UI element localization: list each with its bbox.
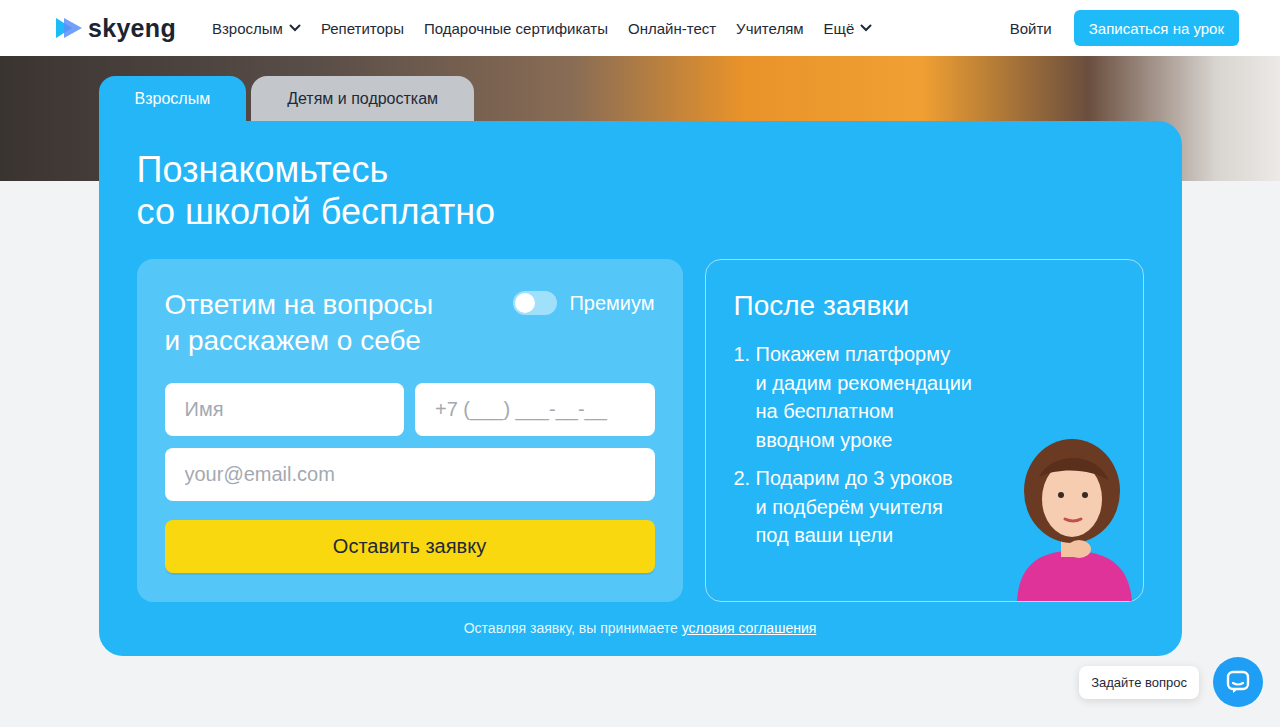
audience-tabs: ВзрослымДетям и подросткам [99, 76, 1182, 121]
toggle-switch[interactable] [513, 291, 557, 315]
signup-form: Ответим на вопросыи расскажем о себе Прем… [137, 259, 683, 602]
nav-item[interactable]: Взрослым [212, 20, 301, 37]
step-text: Покажем платформуи дадим рекомендациина … [756, 340, 973, 454]
nav-item[interactable]: Ещё [824, 20, 873, 37]
steps-title: После заявки [734, 288, 1115, 324]
toggle-knob [515, 293, 535, 313]
chat-button[interactable] [1213, 657, 1263, 707]
step-item: 1.Покажем платформуи дадим рекомендациин… [734, 340, 1115, 454]
agreement-note: Оставляя заявку, вы принимаетеусловия со… [137, 620, 1144, 636]
chat-label[interactable]: Задайте вопрос [1079, 666, 1199, 699]
page: skyeng Взрослым Репетиторы Подарочные серти… [0, 0, 1280, 727]
steps-panel: После заявки 1.Покажем платформуи дадим р… [705, 259, 1144, 602]
agreement-link[interactable]: условия соглашения [682, 620, 817, 636]
hero-card-section: ВзрослымДетям и подросткамПознакомьтесьс… [99, 76, 1182, 656]
audience-tab[interactable]: Взрослым [99, 76, 247, 121]
form-fields [165, 383, 655, 501]
step-number: 1. [734, 340, 748, 454]
form-title: Ответим на вопросыи расскажем о себе [165, 287, 434, 359]
step-text: Подарим до 3 урокови подберём учителяпод… [756, 464, 953, 550]
form-header: Ответим на вопросыи расскажем о себе Прем… [165, 287, 655, 359]
signup-card: Познакомьтесьсо школой бесплатно Ответим … [99, 121, 1182, 656]
chat-widget: Задайте вопрос [1079, 657, 1263, 707]
play-logo-icon [54, 16, 84, 40]
main-nav: Взрослым Репетиторы Подарочные сертификаты… [212, 20, 1010, 37]
logo[interactable]: skyeng [54, 14, 176, 43]
nav-item[interactable]: Подарочные сертификаты [424, 20, 608, 37]
signup-button[interactable]: Записаться на урок [1074, 10, 1239, 46]
header: skyeng Взрослым Репетиторы Подарочные серти… [0, 0, 1280, 56]
text-field[interactable] [165, 448, 655, 501]
nav-item[interactable]: Репетиторы [321, 20, 404, 37]
nav-item[interactable]: Учителям [736, 20, 803, 37]
chevron-down-icon [289, 24, 301, 32]
audience-tab[interactable]: Детям и подросткам [251, 76, 474, 121]
premium-label: Премиум [569, 292, 654, 315]
step-number: 2. [734, 464, 748, 550]
card-content: Ответим на вопросыи расскажем о себе Прем… [137, 259, 1144, 602]
logo-text: skyeng [88, 14, 176, 43]
text-field[interactable] [165, 383, 405, 436]
woman-illustration-icon [997, 433, 1147, 601]
nav-item[interactable]: Онлайн-тест [628, 20, 716, 37]
premium-toggle[interactable]: Премиум [513, 291, 654, 315]
chevron-down-icon [860, 24, 872, 32]
hero-title: Познакомьтесьсо школой бесплатно [137, 149, 1144, 233]
login-link[interactable]: Войти [1010, 20, 1052, 37]
submit-button[interactable]: Оставить заявку [165, 520, 655, 573]
text-field[interactable] [415, 383, 655, 436]
chat-icon [1225, 669, 1251, 695]
